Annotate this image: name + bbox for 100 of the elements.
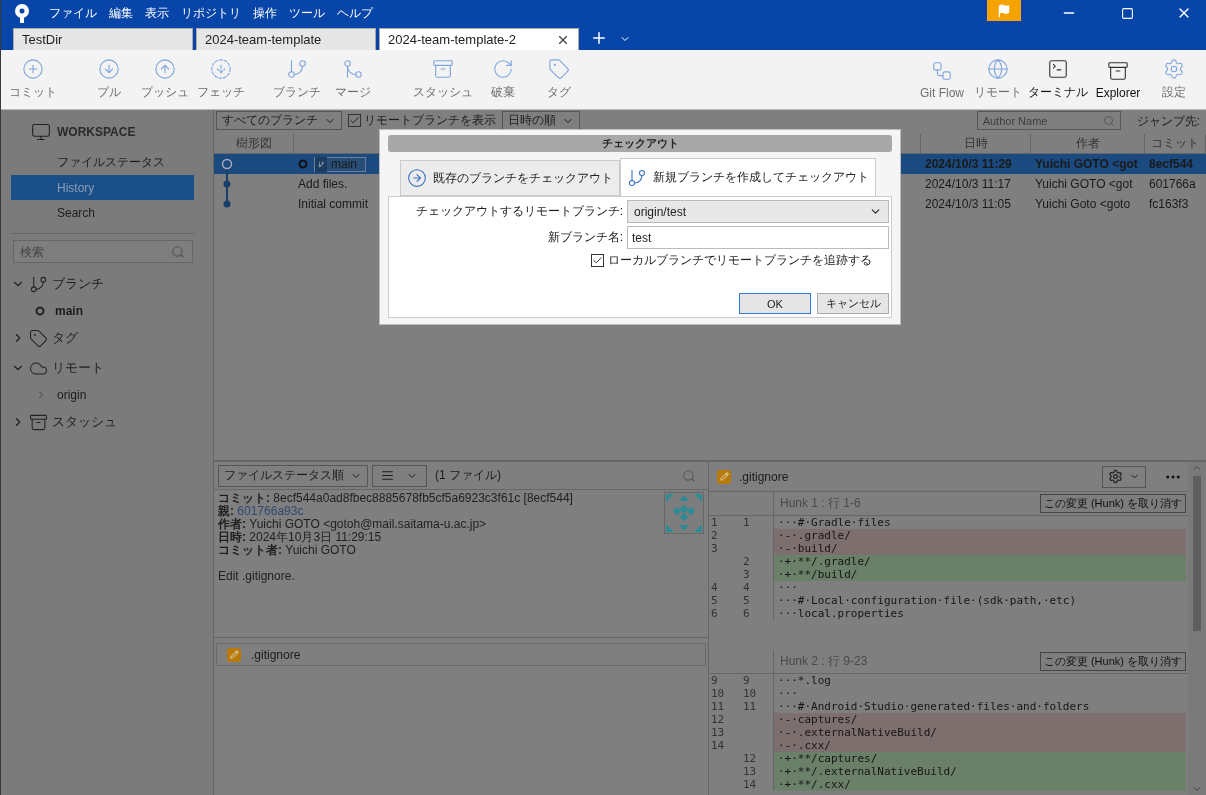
date-cell-text: 2024/10/3 11:17 [924, 176, 1012, 193]
sidebar-section[interactable]: リモート [11, 353, 213, 383]
avatar-icon [664, 492, 704, 534]
author-cell-text: Yuichi GOTO <got [1034, 176, 1134, 193]
menu-item[interactable]: リポジトリ [175, 4, 247, 22]
plus-circle-icon [22, 58, 44, 80]
globe-icon [987, 58, 1009, 80]
stash-box-icon [29, 412, 48, 432]
column-header: コミット [1145, 134, 1206, 153]
monitor-icon [31, 122, 51, 142]
repository-tab[interactable]: TestDir [13, 28, 193, 50]
scrollbar[interactable] [1188, 462, 1206, 795]
tag-icon [548, 58, 570, 80]
diff-file-name: .gitignore [739, 469, 790, 484]
file-row[interactable]: .gitignore [216, 643, 706, 666]
commit-hash-cell: 8ecf544 [1145, 154, 1206, 174]
settings-icon [1163, 58, 1185, 80]
menu-item[interactable]: 編集 [103, 4, 139, 22]
commit-hash-cell-text: 601766a [1148, 176, 1197, 193]
search-icon [171, 245, 185, 259]
remote-branches-checkbox[interactable]: リモートブランチを表示 [348, 111, 496, 130]
sidebar-section[interactable]: スタッシュ [11, 407, 213, 437]
column-header: 樹形図 [214, 134, 294, 153]
commit-detail-line: 日時: 2024年10月3日 11:29:15 [218, 531, 382, 544]
dialog-tab[interactable]: 既存のブランチをチェックアウト [400, 160, 620, 196]
commit-detail-line: コミット: 8ecf544a0ad8fbec8885678fb5cf5a6923c3f61c [8ecf544] [218, 492, 573, 505]
scroll-thumb[interactable] [1193, 476, 1201, 631]
current-branch-icon [35, 306, 45, 316]
search-icon [1102, 115, 1115, 127]
maximize-icon[interactable] [1121, 6, 1134, 20]
sidebar-section[interactable]: ブランチ [11, 269, 213, 299]
merge-icon [342, 58, 364, 80]
commit-detail-line: コミット者: Yuichi GOTO [218, 544, 357, 557]
branch-icon [315, 156, 327, 172]
dialog-tab[interactable]: 新規ブランチを作成してチェックアウト [620, 158, 876, 196]
sidebar-item[interactable]: Search [11, 200, 194, 225]
cancel-button[interactable]: キャンセル [817, 293, 889, 314]
branch-name-field[interactable]: test [627, 226, 889, 249]
date-cell-text: 2024/10/3 11:05 [924, 196, 1012, 213]
menu-item[interactable]: ツール [283, 4, 331, 22]
column-header: 作者 [1031, 134, 1145, 153]
sidebar-child-item[interactable]: origin [11, 383, 213, 407]
column-header: 日時 [921, 134, 1031, 153]
arrow-circle-icon [407, 168, 427, 188]
branch-tag: main [314, 156, 366, 172]
field-label: チェックアウトするリモートブランチ: [415, 203, 623, 220]
file-count: (1 ファイル) [435, 467, 501, 484]
modified-icon [227, 647, 241, 662]
workspace-heading: WORKSPACE [11, 120, 213, 144]
sidebar-item[interactable]: ファイルステータス [11, 150, 194, 175]
sidebar-section[interactable]: タグ [11, 323, 213, 353]
branch-filter-dropdown[interactable]: すべてのブランチ [216, 111, 342, 130]
down-arrow-circle-icon [98, 58, 120, 80]
commit-message: Add files. [298, 177, 348, 191]
author-cell-text: Yuichi Goto <goto [1034, 196, 1132, 213]
jump-label: ジャンプ先: [1136, 113, 1200, 130]
commit-message: Initial commit [298, 197, 368, 211]
menu-item[interactable]: 表示 [139, 4, 175, 22]
sidebar-item[interactable]: History [11, 175, 194, 200]
commit-message: Edit .gitignore. [218, 570, 296, 583]
terminal-icon [1047, 58, 1069, 80]
track-checkbox[interactable]: ローカルブランチでリモートブランチを追跡する [591, 252, 889, 269]
sort-dropdown[interactable]: ファイルステータス順 [218, 464, 368, 487]
repository-tab[interactable]: 2024-team-template [196, 28, 376, 50]
add-tab-icon[interactable] [590, 29, 608, 47]
commit-detail-line: 作者: Yuichi GOTO <gotoh@mail.saitama-u.ac.jp> [218, 518, 488, 531]
menu-item[interactable]: ヘルプ [331, 4, 379, 22]
list-icon [381, 469, 394, 482]
dialog-title: チェックアウト [388, 135, 892, 152]
date-cell: 2024/10/3 11:29 [921, 154, 1031, 174]
flag-button[interactable] [987, 0, 1021, 21]
up-arrow-circle-icon [154, 58, 176, 80]
check-icon [592, 255, 603, 266]
ok-button[interactable]: OK [739, 293, 811, 314]
commit-detail-line: 親: 601766a93c [218, 505, 305, 518]
branch-icon [29, 274, 48, 294]
author-cell: Yuichi GOTO <got [1031, 154, 1145, 174]
stash-box-icon [432, 58, 454, 80]
view-mode-dropdown[interactable] [372, 464, 427, 487]
modified-icon [717, 469, 731, 484]
discard-hunk-button[interactable]: この変更 (Hunk) を取り消す [1039, 494, 1186, 513]
toolbar-button[interactable]: Explorer [1090, 59, 1146, 100]
toolbar-button[interactable]: ターミナル [1026, 58, 1090, 101]
flow-icon [931, 59, 953, 82]
author-search-field[interactable]: Author Name [976, 111, 1121, 130]
head-marker-icon [298, 159, 308, 169]
menu-item[interactable]: ファイル [43, 4, 103, 22]
sidebar-child-item[interactable]: main [11, 299, 213, 323]
tag-icon [29, 328, 48, 348]
repository-tab[interactable]: 2024-team-template-2 [379, 28, 579, 50]
menu-item[interactable]: 操作 [247, 4, 283, 22]
commit-hash-cell-text: fc163f3 [1148, 196, 1190, 213]
discard-hunk-button[interactable]: この変更 (Hunk) を取り消す [1039, 652, 1186, 671]
check-icon [349, 115, 360, 126]
field-label: 新ブランチ名: [547, 229, 623, 246]
remote-branch-select[interactable]: origin/test [627, 200, 889, 223]
search-field[interactable]: 検索 [13, 240, 193, 263]
diff-settings-dropdown[interactable] [1102, 465, 1146, 488]
branch-icon [286, 58, 308, 80]
flag-icon [997, 3, 1011, 18]
